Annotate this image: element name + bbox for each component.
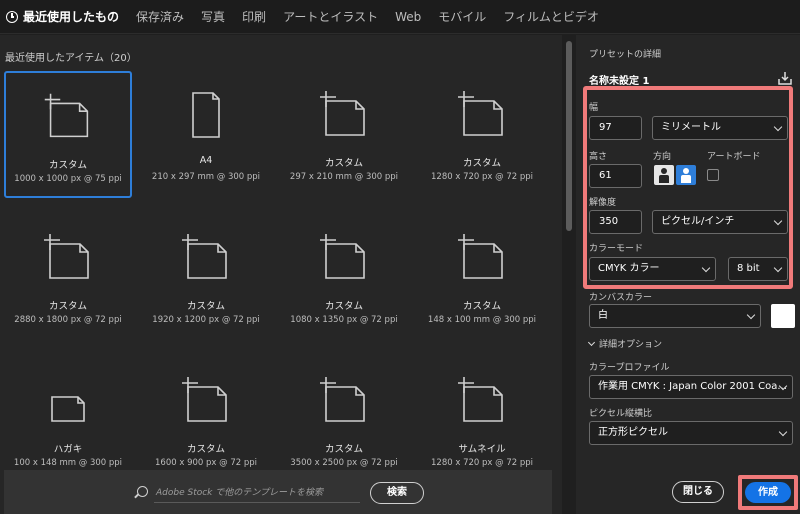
tab-mobile[interactable]: モバイル <box>438 0 486 34</box>
advanced-options-toggle[interactable]: 詳細オプション <box>587 337 663 350</box>
pixel-aspect-value: 正方形ピクセル <box>598 427 668 438</box>
preset-card-name: カスタム <box>324 444 363 455</box>
preset-card[interactable]: カスタム 2880 x 1800 px @ 72 ppi <box>4 214 132 341</box>
canvas-color-swatch[interactable] <box>771 304 795 328</box>
preset-card-name: カスタム <box>324 301 363 312</box>
custom-document-icon <box>6 87 130 147</box>
canvas-color-value: 白 <box>598 310 608 321</box>
preset-card[interactable]: カスタム 148 x 100 mm @ 300 ppi <box>418 214 546 341</box>
chevron-down-icon <box>778 427 788 437</box>
tab-web[interactable]: Web <box>395 0 421 34</box>
search-button[interactable]: 検索 <box>370 482 424 504</box>
scrollbar[interactable] <box>563 35 575 514</box>
preset-card[interactable]: カスタム 3500 x 2500 px @ 72 ppi <box>280 357 408 484</box>
create-button[interactable]: 作成 <box>745 482 791 503</box>
preset-card-size: 1920 x 1200 px @ 72 ppi <box>152 315 260 325</box>
color-profile-select[interactable]: 作業用 CMYK : Japan Color 2001 Coa... <box>589 375 793 399</box>
preset-card-name: カスタム <box>324 158 363 169</box>
landscape-document-icon <box>4 371 132 431</box>
search-icon <box>137 486 148 497</box>
scrollbar-thumb[interactable] <box>566 41 572 231</box>
portrait-document-icon <box>142 85 270 145</box>
preset-card-size: 1600 x 900 px @ 72 ppi <box>155 458 257 468</box>
tab-recent-label: 最近使用したもの <box>23 10 120 24</box>
preset-card[interactable]: カスタム 297 x 210 mm @ 300 ppi <box>280 71 408 198</box>
preset-card-size: 210 x 297 mm @ 300 ppi <box>151 172 261 182</box>
preset-card-name: カスタム <box>186 444 225 455</box>
chevron-down-icon <box>587 338 596 347</box>
stock-search-input[interactable]: Adobe Stock で他のテンプレートを検索 <box>156 485 323 498</box>
custom-document-icon <box>4 228 132 288</box>
color-profile-value: 作業用 CMYK : Japan Color 2001 Coa... <box>598 381 787 392</box>
tab-photo[interactable]: 写真 <box>201 0 225 34</box>
recent-items-panel: 最近使用したアイテム（20） カスタム 1000 x 1000 px @ 75 p… <box>0 35 562 514</box>
preset-card-name: A4 <box>199 155 213 166</box>
preset-card[interactable]: ハガキ 100 x 148 mm @ 300 ppi <box>4 357 132 484</box>
custom-document-icon <box>418 371 546 431</box>
custom-document-icon <box>142 371 270 431</box>
custom-document-icon <box>418 228 546 288</box>
preset-card-size: 1000 x 1000 px @ 75 ppi <box>14 174 122 184</box>
tab-saved[interactable]: 保存済み <box>136 0 184 34</box>
preset-card-size: 1280 x 720 px @ 72 ppi <box>431 172 533 182</box>
preset-card-size: 3500 x 2500 px @ 72 ppi <box>290 458 398 468</box>
stock-search-bar: Adobe Stock で他のテンプレートを検索 検索 <box>4 470 552 514</box>
custom-document-icon <box>142 228 270 288</box>
tab-art-illustration[interactable]: アートとイラスト <box>283 0 378 34</box>
preset-card[interactable]: カスタム 1920 x 1200 px @ 72 ppi <box>142 214 270 341</box>
save-preset-icon[interactable] <box>778 71 792 85</box>
preset-card[interactable]: カスタム 1000 x 1000 px @ 75 ppi <box>4 71 132 198</box>
canvas-color-select[interactable]: 白 <box>589 304 761 328</box>
document-name[interactable]: 名称未設定 1 <box>589 72 649 87</box>
preset-details-header: プリセットの詳細 <box>589 50 662 60</box>
color-profile-label: カラープロファイル <box>589 363 670 373</box>
advanced-options-label: 詳細オプション <box>599 340 663 350</box>
custom-document-icon <box>280 85 408 145</box>
preset-card-size: 148 x 100 mm @ 300 ppi <box>427 315 537 325</box>
preset-card-name: カスタム <box>48 301 87 312</box>
recent-items-title: 最近使用したアイテム（20） <box>5 53 137 64</box>
preset-card-name: カスタム <box>462 158 501 169</box>
preset-card-size: 2880 x 1800 px @ 72 ppi <box>14 315 122 325</box>
preset-card-size: 100 x 148 mm @ 300 ppi <box>13 458 123 468</box>
settings-highlight-box <box>583 86 793 289</box>
preset-card-name: カスタム <box>462 301 501 312</box>
pixel-aspect-label: ピクセル縦横比 <box>589 409 653 419</box>
preset-card-name: ハガキ <box>53 444 83 455</box>
close-button[interactable]: 閉じる <box>672 481 724 503</box>
preset-card[interactable]: カスタム 1080 x 1350 px @ 72 ppi <box>280 214 408 341</box>
clock-icon <box>6 10 18 23</box>
preset-card-name: カスタム <box>48 160 87 171</box>
preset-card-size: 1080 x 1350 px @ 72 ppi <box>290 315 398 325</box>
preset-card[interactable]: カスタム 1600 x 900 px @ 72 ppi <box>142 357 270 484</box>
preset-card-size: 297 x 210 mm @ 300 ppi <box>289 172 399 182</box>
canvas-color-label: カンバスカラー <box>589 293 653 303</box>
preset-card-name: サムネイル <box>458 444 506 455</box>
create-highlight-box: 作成 <box>738 475 798 510</box>
custom-document-icon <box>280 371 408 431</box>
preset-card-name: カスタム <box>186 301 225 312</box>
preset-card[interactable]: カスタム 1280 x 720 px @ 72 ppi <box>418 71 546 198</box>
tab-print[interactable]: 印刷 <box>242 0 266 34</box>
custom-document-icon <box>418 85 546 145</box>
category-tabs: 最近使用したもの 保存済み 写真 印刷 アートとイラスト Web モバイル フィ… <box>0 0 800 34</box>
custom-document-icon <box>280 228 408 288</box>
preset-card[interactable]: サムネイル 1280 x 720 px @ 72 ppi <box>418 357 546 484</box>
tab-film-video[interactable]: フィルムとビデオ <box>503 0 599 34</box>
tab-recent[interactable]: 最近使用したもの <box>6 0 119 34</box>
preset-card[interactable]: A4 210 x 297 mm @ 300 ppi <box>142 71 270 198</box>
preset-card-size: 1280 x 720 px @ 72 ppi <box>431 458 533 468</box>
search-underline <box>154 502 360 503</box>
chevron-down-icon <box>746 310 756 320</box>
pixel-aspect-select[interactable]: 正方形ピクセル <box>589 421 793 445</box>
